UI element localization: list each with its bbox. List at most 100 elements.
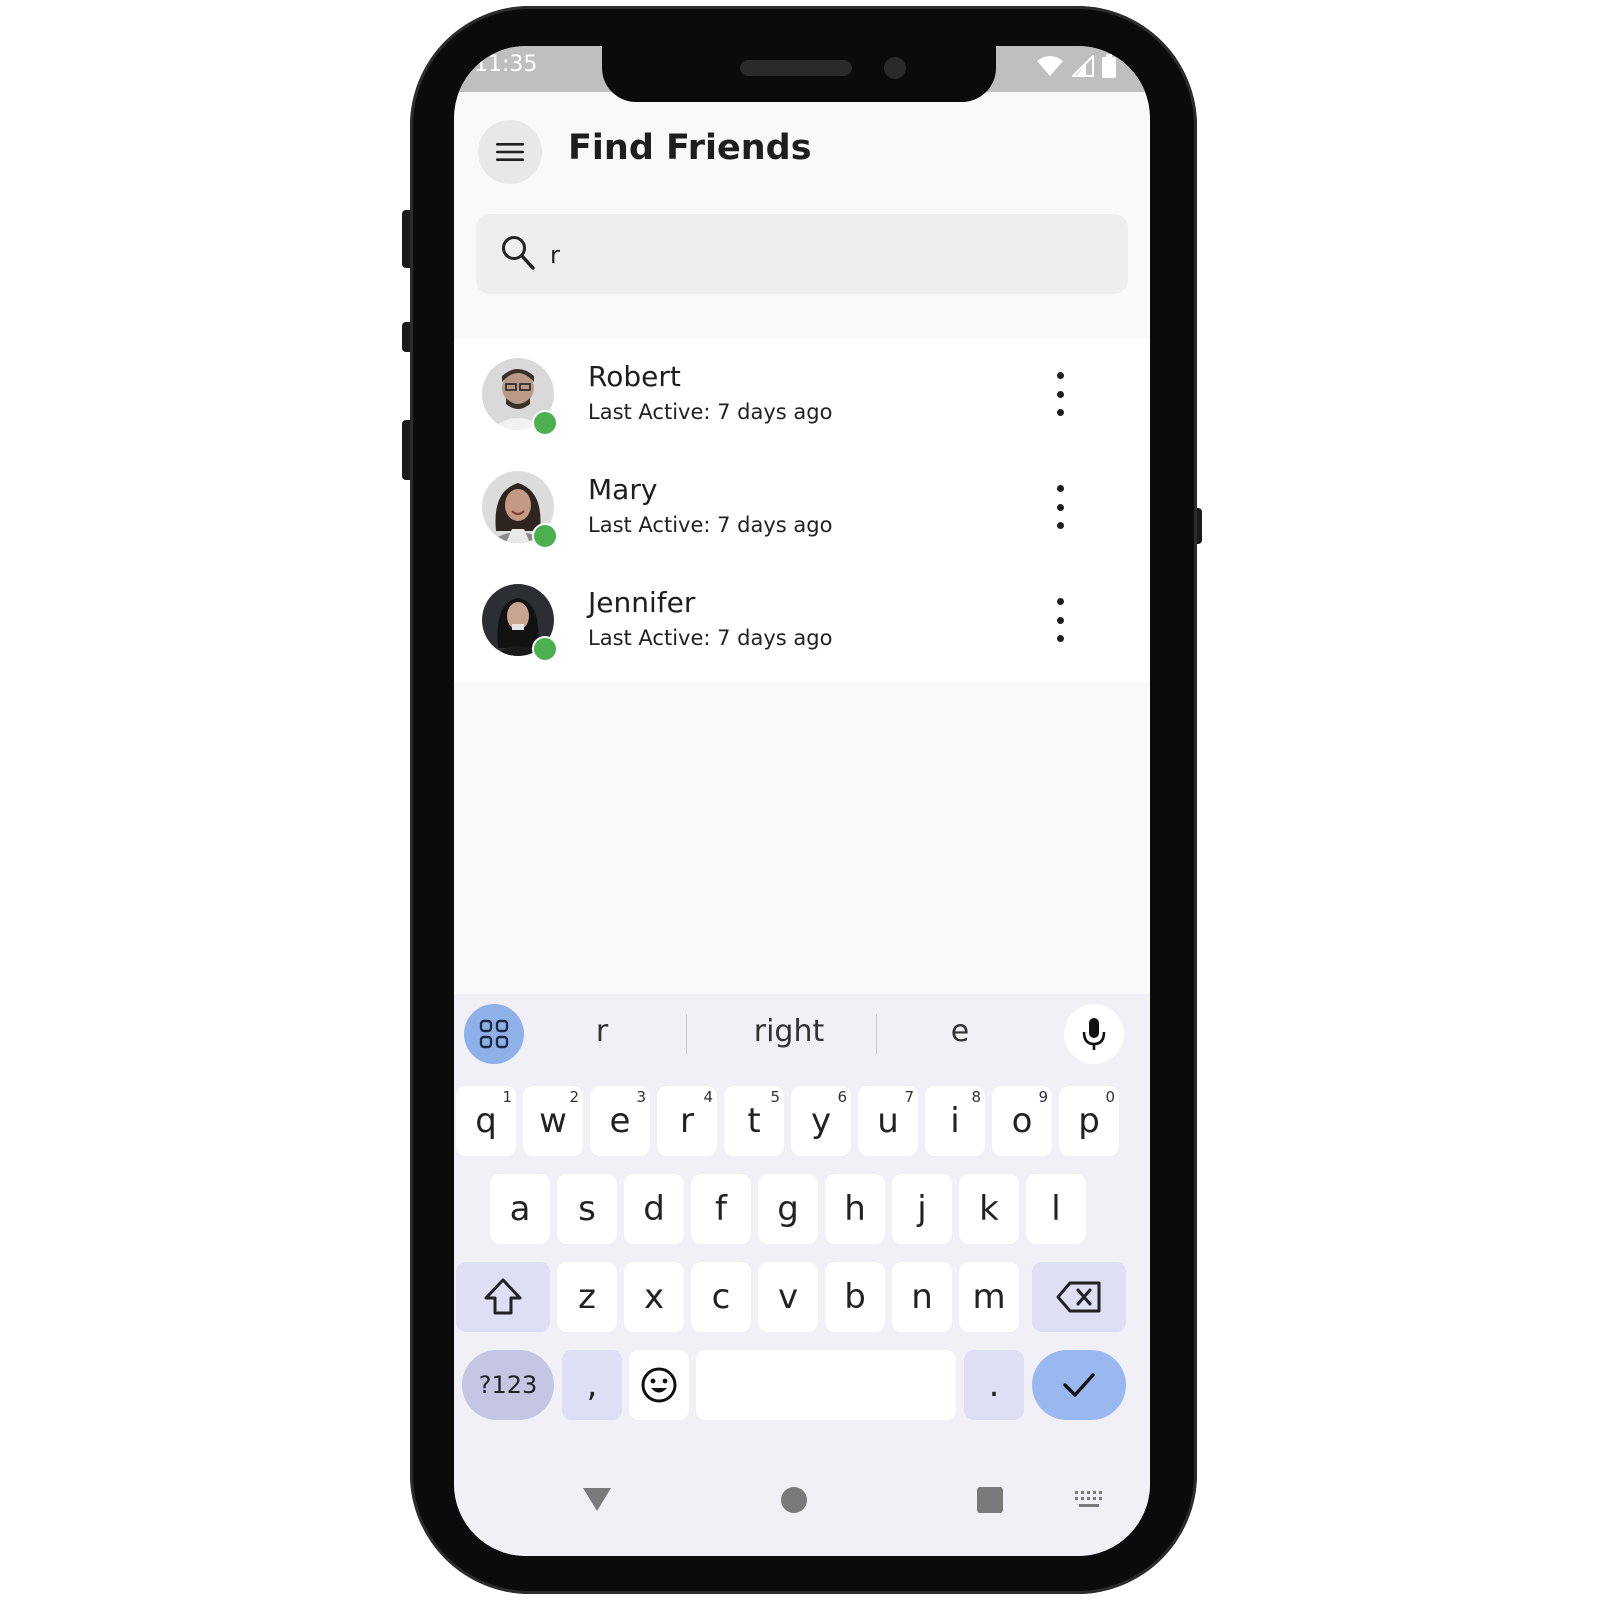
friend-row-mary[interactable]: Mary Last Active: 7 days ago xyxy=(454,451,1150,563)
more-vert-icon xyxy=(1056,372,1064,379)
microphone-icon xyxy=(1082,1018,1106,1050)
key-w[interactable]: w2 xyxy=(523,1086,583,1156)
key-label: p xyxy=(1078,1101,1100,1141)
suggestion-3[interactable]: e xyxy=(920,1014,1000,1049)
suggestion-2[interactable]: right xyxy=(724,1014,854,1049)
key-h[interactable]: h xyxy=(825,1174,885,1244)
keyboard-apps-button[interactable] xyxy=(464,1004,524,1064)
status-time: 11:35 xyxy=(474,52,538,77)
key-label: r xyxy=(680,1101,694,1141)
search-bar[interactable] xyxy=(476,214,1128,294)
key-p[interactable]: p0 xyxy=(1059,1086,1119,1156)
key-d[interactable]: d xyxy=(624,1174,684,1244)
phone-screen: 11:35 Find Friends r Robert Last Active:… xyxy=(454,46,1150,1556)
suggestion-divider xyxy=(686,1014,687,1054)
key-label: q xyxy=(475,1101,497,1141)
key-a[interactable]: a xyxy=(490,1174,550,1244)
menu-button[interactable] xyxy=(478,120,542,184)
system-navigation-bar xyxy=(454,1464,1150,1534)
key-b[interactable]: b xyxy=(825,1262,885,1332)
key-f[interactable]: f xyxy=(691,1174,751,1244)
key-k[interactable]: k xyxy=(959,1174,1019,1244)
earpiece-speaker xyxy=(740,60,852,76)
key-label: y xyxy=(810,1101,832,1141)
more-options-button[interactable] xyxy=(1046,372,1074,416)
friend-last-active: Last Active: 7 days ago xyxy=(588,400,833,424)
page-title: Find Friends xyxy=(568,128,812,168)
key-hint: 0 xyxy=(1105,1088,1115,1106)
key-j[interactable]: j xyxy=(892,1174,952,1244)
front-camera xyxy=(884,57,906,79)
more-options-button[interactable] xyxy=(1046,598,1074,642)
battery-icon xyxy=(1102,54,1116,78)
friend-name: Robert xyxy=(588,360,681,393)
key-label: e xyxy=(609,1101,631,1141)
online-status-dot xyxy=(532,410,558,436)
key-u[interactable]: u7 xyxy=(858,1086,918,1156)
keyboard-switch-icon[interactable] xyxy=(1074,1490,1104,1510)
key-c[interactable]: c xyxy=(691,1262,751,1332)
key-v[interactable]: v xyxy=(758,1262,818,1332)
comma-key[interactable]: , xyxy=(562,1350,622,1420)
key-label: o xyxy=(1011,1101,1033,1141)
key-m[interactable]: m xyxy=(959,1262,1019,1332)
more-vert-icon xyxy=(1056,485,1064,492)
cell-signal-icon xyxy=(1072,55,1094,77)
friend-last-active: Last Active: 7 days ago xyxy=(588,513,833,537)
done-key[interactable] xyxy=(1032,1350,1126,1420)
back-triangle-icon[interactable] xyxy=(582,1486,612,1512)
more-vert-icon xyxy=(1056,598,1064,605)
home-circle-icon[interactable] xyxy=(780,1486,808,1514)
key-x[interactable]: x xyxy=(624,1262,684,1332)
status-icons xyxy=(1036,54,1116,78)
recents-square-icon[interactable] xyxy=(976,1486,1004,1514)
space-key[interactable] xyxy=(696,1350,956,1420)
key-t[interactable]: t5 xyxy=(724,1086,784,1156)
key-q[interactable]: q1 xyxy=(456,1086,516,1156)
shift-key[interactable] xyxy=(456,1262,550,1332)
period-key[interactable]: . xyxy=(964,1350,1024,1420)
shift-arrow-icon xyxy=(484,1278,522,1315)
key-l[interactable]: l xyxy=(1026,1174,1086,1244)
on-screen-keyboard: r right e q1 w2 e3 r4 t5 y6 u7 i8 o9 p0 … xyxy=(454,994,1150,1556)
checkmark-icon xyxy=(1063,1373,1095,1397)
key-n[interactable]: n xyxy=(892,1262,952,1332)
friend-row-jennifer[interactable]: Jennifer Last Active: 7 days ago xyxy=(454,564,1150,676)
voice-input-button[interactable] xyxy=(1064,1004,1124,1064)
key-label: w xyxy=(539,1101,567,1141)
key-s[interactable]: s xyxy=(557,1174,617,1244)
key-hint: 1 xyxy=(502,1088,512,1106)
key-o[interactable]: o9 xyxy=(992,1086,1052,1156)
backspace-key[interactable] xyxy=(1032,1262,1126,1332)
key-hint: 4 xyxy=(703,1088,713,1106)
emoji-icon xyxy=(641,1367,677,1403)
search-icon xyxy=(502,236,535,270)
friend-list: Robert Last Active: 7 days ago Mary Last… xyxy=(454,338,1150,682)
friend-name: Jennifer xyxy=(588,586,696,619)
key-label: t xyxy=(747,1101,761,1141)
key-label: u xyxy=(877,1101,899,1141)
online-status-dot xyxy=(532,523,558,549)
suggestion-1[interactable]: r xyxy=(562,1014,642,1049)
key-r[interactable]: r4 xyxy=(657,1086,717,1156)
key-z[interactable]: z xyxy=(557,1262,617,1332)
friend-last-active: Last Active: 7 days ago xyxy=(588,626,833,650)
key-hint: 7 xyxy=(904,1088,914,1106)
key-hint: 9 xyxy=(1038,1088,1048,1106)
more-options-button[interactable] xyxy=(1046,485,1074,529)
key-hint: 5 xyxy=(770,1088,780,1106)
wifi-icon xyxy=(1037,56,1063,76)
online-status-dot xyxy=(532,636,558,662)
key-hint: 2 xyxy=(569,1088,579,1106)
hamburger-menu-icon xyxy=(496,143,524,161)
key-g[interactable]: g xyxy=(758,1174,818,1244)
key-e[interactable]: e3 xyxy=(590,1086,650,1156)
friend-name: Mary xyxy=(588,473,658,506)
emoji-key[interactable] xyxy=(629,1350,689,1420)
search-input[interactable] xyxy=(548,232,1112,278)
symbols-key[interactable]: ?123 xyxy=(462,1350,554,1420)
friend-row-robert[interactable]: Robert Last Active: 7 days ago xyxy=(454,338,1150,450)
key-i[interactable]: i8 xyxy=(925,1086,985,1156)
key-y[interactable]: y6 xyxy=(791,1086,851,1156)
backspace-icon xyxy=(1056,1281,1101,1313)
